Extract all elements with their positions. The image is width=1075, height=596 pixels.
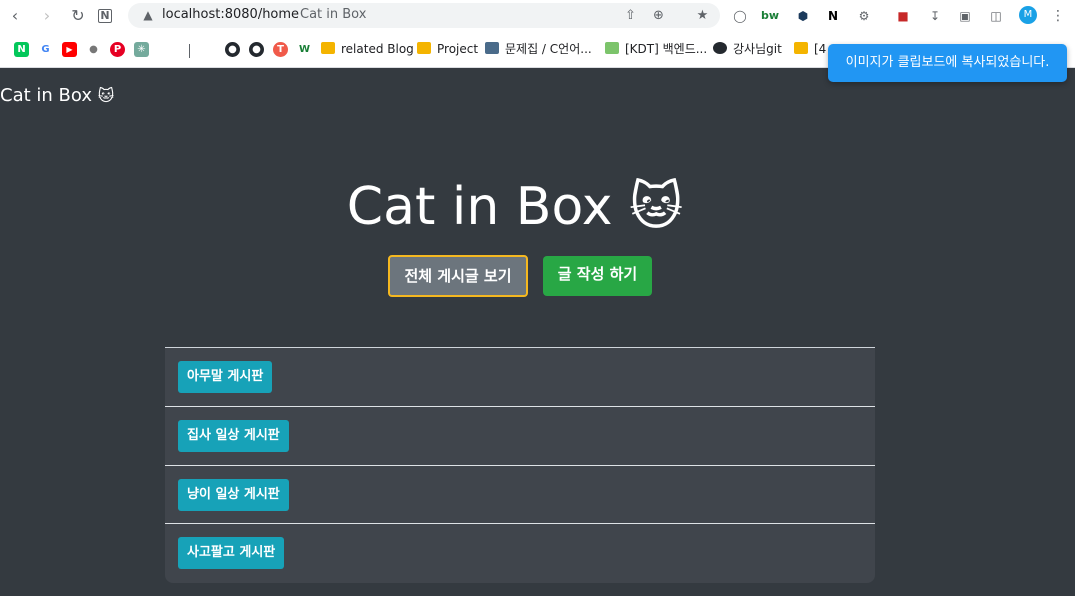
bw-extension-icon[interactable]: bw (760, 6, 780, 26)
more-menu-icon[interactable]: ⋮ (1048, 6, 1068, 26)
site-info-icon[interactable]: ▲ (140, 7, 156, 23)
hex-extension-icon[interactable]: ⬢ (793, 6, 813, 26)
github-icon (713, 42, 727, 54)
share-icon[interactable]: ⇧ (622, 7, 639, 24)
profile-avatar[interactable]: M (1019, 6, 1037, 24)
apple-icon[interactable]: ● (86, 42, 101, 57)
compass-extension-icon[interactable]: ◯ (730, 6, 750, 26)
board-list: 아무말 게시판 집사 일상 게시판 냥이 일상 게시판 사고팔고 게시판 (165, 347, 875, 583)
w-extension-icon[interactable]: W (297, 42, 312, 57)
reload-icon[interactable]: ↻ (68, 6, 88, 26)
bookmark-truncated[interactable]: [4 (794, 41, 826, 58)
extensions-puzzle-icon[interactable]: ⚙ (854, 6, 874, 26)
navbar-brand[interactable]: Cat in Box 🐱 (0, 85, 114, 107)
list-item[interactable]: 사고팔고 게시판 (165, 523, 875, 582)
folder-icon (321, 42, 335, 54)
address-bar[interactable]: ▲ localhost:8080/home Cat in Box ⇧ ⊕ ★ (128, 3, 720, 28)
list-item[interactable]: 집사 일상 게시판 (165, 406, 875, 465)
forward-icon[interactable]: › (37, 6, 57, 26)
cat-emoji-icon: 🐱 (97, 86, 115, 105)
tab-title-text: Cat in Box (300, 7, 367, 22)
youtube-icon[interactable]: ▶ (62, 42, 77, 57)
board-badge-cat-daily[interactable]: 냥이 일상 게시판 (178, 479, 289, 511)
folder-icon (417, 42, 431, 54)
uk-flag-icon[interactable]: ■ (893, 6, 913, 26)
kdt-icon (605, 42, 619, 54)
google-icon[interactable]: G (38, 42, 53, 57)
bookmark-kdt[interactable]: [KDT] 백엔드... (605, 41, 707, 58)
write-post-button[interactable]: 글 작성 하기 (543, 256, 652, 296)
browser-toolbar: ‹ › ↻ N ▲ localhost:8080/home Cat in Box… (0, 0, 1075, 32)
bookmark-star-icon[interactable]: ★ (694, 7, 711, 24)
chatgpt-icon[interactable]: ✳ (134, 42, 149, 57)
bookmark-project[interactable]: Project (417, 41, 478, 58)
naver-icon[interactable]: N (14, 42, 29, 57)
list-item[interactable]: 냥이 일상 게시판 (165, 465, 875, 524)
board-badge-marketplace[interactable]: 사고팔고 게시판 (178, 537, 285, 569)
folder-icon (794, 42, 808, 54)
board-badge-random[interactable]: 아무말 게시판 (178, 361, 273, 393)
clipboard-toast: 이미지가 클립보드에 복사되었습니다. (828, 44, 1067, 82)
screenshot-icon[interactable]: ▣ (955, 6, 975, 26)
hero-title-text: Cat in Box (346, 177, 613, 237)
list-item[interactable]: 아무말 게시판 (165, 348, 875, 406)
t-extension-icon[interactable]: T (273, 42, 288, 57)
bookmark-instructor-git[interactable]: 강사님git (713, 41, 782, 58)
notion-icon[interactable]: N (823, 6, 843, 26)
view-all-posts-button[interactable]: 전체 게시글 보기 (388, 255, 528, 297)
pinterest-icon[interactable]: P (110, 42, 125, 57)
bookmark-separator (189, 44, 190, 58)
bookmark-related-blog[interactable]: related Blog (321, 41, 414, 58)
github-icon[interactable]: ● (225, 42, 240, 57)
brand-text[interactable]: Cat in Box (0, 85, 92, 106)
url-text[interactable]: localhost:8080/home (162, 7, 299, 22)
back-icon[interactable]: ‹ (5, 6, 25, 26)
board-badge-butler-daily[interactable]: 집사 일상 게시판 (178, 420, 289, 452)
bookmark-problem-set[interactable]: 문제집 / C언어... (485, 41, 592, 58)
side-panel-icon[interactable]: ◫ (986, 6, 1006, 26)
cat-emoji-icon: 🐱 (629, 177, 684, 237)
c-icon (485, 42, 499, 54)
zoom-icon[interactable]: ⊕ (650, 7, 667, 24)
hero-title: Cat in Box 🐱 (0, 176, 1030, 238)
github-icon-2[interactable]: ● (249, 42, 264, 57)
download-icon[interactable]: ↧ (925, 6, 945, 26)
notion-extension-icon[interactable]: N (98, 9, 112, 23)
